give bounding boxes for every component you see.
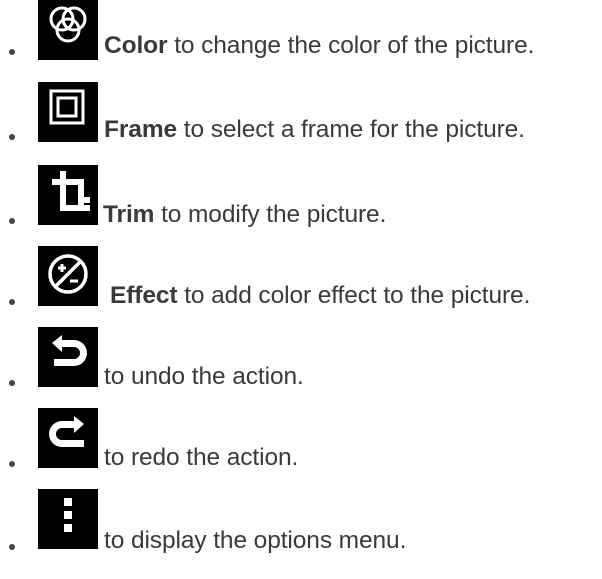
list-item-text: Color to change the color of the picture… [104,32,534,60]
feature-description: to undo the action. [104,363,304,390]
feature-label: Effect [110,282,178,309]
bullet [9,134,15,140]
bullet [9,461,15,467]
list-item-text: to undo the action. [104,363,304,391]
bullet [9,49,15,55]
list-item-text: to redo the action. [104,444,298,472]
feature-label: Frame [104,116,178,143]
list-item-text: Frame to select a frame for the picture. [104,116,525,144]
bullet [9,544,15,550]
feature-description: to redo the action. [104,444,299,471]
feature-description: to add color effect to the picture. [184,282,531,309]
feature-description: to select a frame for the picture. [183,116,525,143]
undo-icon [38,327,98,387]
overflow-menu-icon [38,489,98,549]
bullet [9,299,15,305]
color-circles-icon [38,0,98,60]
feature-description: to modify the picture. [161,201,387,228]
feature-label: Color [104,32,168,59]
bullet [9,380,15,386]
feature-description: to display the options menu. [104,527,407,554]
redo-icon [38,408,98,468]
crop-icon [38,165,98,225]
feature-label: Trim [103,201,155,228]
bullet [9,218,15,224]
list-item-text: Effect to add color effect to the pictur… [110,282,530,310]
list-item-text: to display the options menu. [104,527,406,555]
list-item-text: Trim to modify the picture. [103,201,386,229]
feature-description: to change the color of the picture. [174,32,535,59]
exposure-plus-minus-icon [38,246,98,306]
frame-icon [38,82,98,142]
